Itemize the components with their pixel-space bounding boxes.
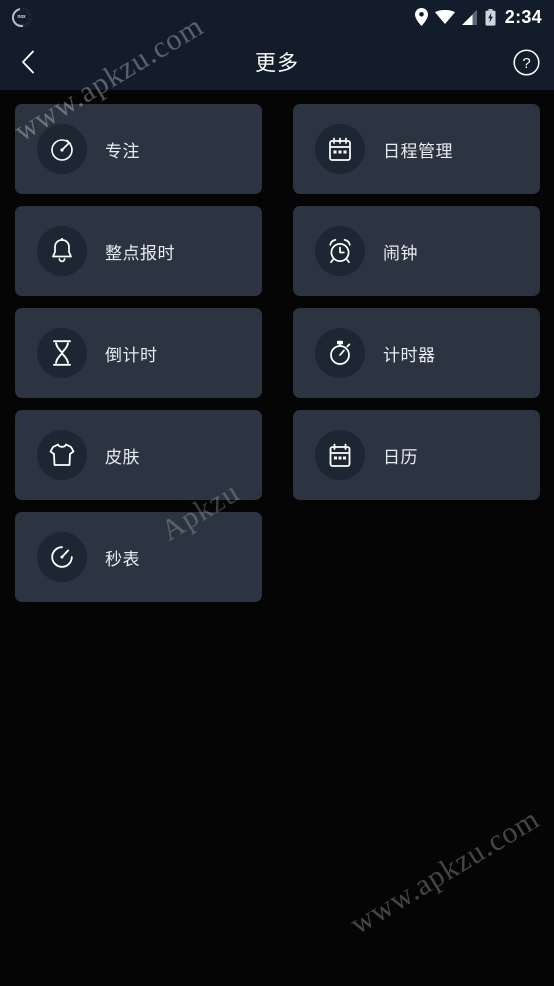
card-stopwatch[interactable]: 秒表 [15,512,262,602]
wifi-icon [434,9,455,25]
status-bar-left: nox [12,7,31,27]
tshirt-skin-icon [37,430,87,480]
calendar-schedule-icon [315,124,365,174]
app-header: 更多 ? [0,34,554,90]
card-hourly-chime[interactable]: 整点报时 [15,206,262,296]
alarm-clock-icon [315,226,365,276]
signal-bars-icon [461,9,478,25]
nox-logo-label: nox [17,14,26,20]
card-skin[interactable]: 皮肤 [15,410,262,500]
card-label: 整点报时 [105,243,175,263]
battery-charging-icon [485,8,496,26]
card-label: 专注 [105,141,140,161]
focus-clock-icon [37,124,87,174]
watermark: www.apkzu.com [344,802,546,941]
grid-row: 秒表 [15,512,539,602]
location-pin-icon [414,8,428,26]
grid-empty-slot [293,512,540,602]
card-alarm[interactable]: 闹钟 [293,206,540,296]
page-title: 更多 [255,52,299,75]
grid-row: 整点报时 闹钟 [15,206,540,296]
hourglass-icon [37,328,87,378]
card-label: 闹钟 [383,243,418,263]
nox-logo-icon: nox [12,7,31,27]
grid-row: 专注 日程管理 [15,104,540,194]
card-label: 皮肤 [105,447,140,467]
card-label: 日程管理 [383,141,453,161]
card-calendar[interactable]: 日历 [293,410,540,500]
help-circle-icon: ? [512,48,540,76]
card-label: 倒计时 [105,345,158,365]
card-label: 计时器 [383,345,436,365]
card-timer[interactable]: 计时器 [293,308,540,398]
status-bar-clock: 2:34 [504,6,542,27]
status-bar-right: 2:34 [414,6,542,28]
card-focus[interactable]: 专注 [15,104,262,194]
calendar-icon [315,430,365,480]
feature-grid: 专注 日程管理 整点报时 闹钟 倒计时 计时器 皮肤 日历 秒表 [0,90,554,602]
grid-row: 倒计时 计时器 [15,308,540,398]
stopwatch-icon [315,328,365,378]
card-schedule-management[interactable]: 日程管理 [293,104,540,194]
back-button[interactable] [0,34,56,90]
chevron-left-icon [21,50,35,74]
timer-dial-icon [37,532,87,582]
bell-icon [37,226,87,276]
grid-row: 皮肤 日历 [15,410,540,500]
card-label: 秒表 [105,549,140,569]
help-button[interactable]: ? [498,34,554,90]
card-label: 日历 [383,447,418,467]
card-countdown[interactable]: 倒计时 [15,308,262,398]
svg-text:?: ? [522,55,530,72]
status-bar: nox 2:34 [0,0,554,34]
